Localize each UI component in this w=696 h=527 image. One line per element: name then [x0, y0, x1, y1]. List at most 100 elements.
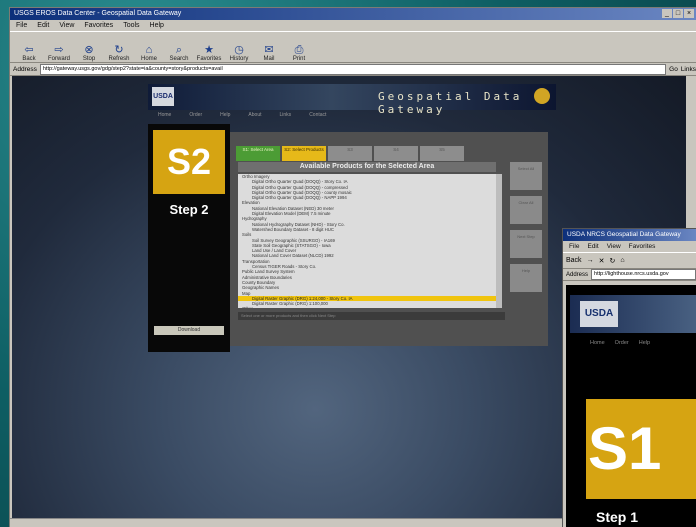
- refresh-button[interactable]: ↻ Refresh: [106, 34, 132, 62]
- favorites-button[interactable]: ★ Favorites: [196, 34, 222, 62]
- site-banner: USDA Geospatial Data Gateway: [148, 84, 556, 116]
- print-button[interactable]: ⎙ Print: [286, 34, 312, 62]
- menu-favorites[interactable]: Favorites: [84, 20, 113, 31]
- step-badge: S2: [153, 130, 225, 194]
- forward-label: Forward: [47, 56, 70, 62]
- window2-menu-view[interactable]: View: [607, 241, 621, 252]
- next-step-button[interactable]: Next Step: [510, 230, 542, 258]
- list-scrollbar[interactable]: [496, 174, 502, 308]
- nav-links[interactable]: Links: [280, 112, 292, 120]
- address-input[interactable]: http://gateway.usgs.gov/gdg/step2?state=…: [39, 63, 667, 75]
- stop-icon: ⊗: [84, 44, 94, 56]
- window-title: USGS EROS Data Center - Geospatial Data …: [14, 10, 182, 17]
- stop-button[interactable]: ⊗ Stop: [76, 34, 102, 62]
- menu-help[interactable]: Help: [150, 20, 164, 31]
- go-button[interactable]: Go: [669, 66, 678, 73]
- window-titlebar[interactable]: USGS EROS Data Center - Geospatial Data …: [10, 8, 696, 20]
- home-button[interactable]: ⌂ Home: [136, 34, 162, 62]
- step-sidebar: S2 Step 2 Download: [148, 124, 230, 352]
- window2-refresh-icon[interactable]: ↻: [609, 257, 615, 265]
- globe-icon: [534, 88, 550, 104]
- window2-usda-logo: USDA: [580, 301, 618, 327]
- product-list[interactable]: Ortho Imagery Digital Ortho Quarter Quad …: [238, 174, 502, 308]
- mail-button[interactable]: ✉ Mail: [256, 34, 282, 62]
- nav-order[interactable]: Order: [189, 112, 202, 120]
- products-panel: S1: Select Area S2: Select Products S3 S…: [230, 132, 548, 346]
- select-all-button[interactable]: Select All: [510, 162, 542, 190]
- forward-button[interactable]: ⇨ Forward: [46, 34, 72, 62]
- nav-help[interactable]: Help: [220, 112, 230, 120]
- history-button[interactable]: ◷ History: [226, 34, 252, 62]
- favorites-icon: ★: [204, 44, 214, 56]
- menu-tools[interactable]: Tools: [123, 20, 139, 31]
- window2-viewport: USDA Home Order Help S1 Step 1: [566, 285, 696, 527]
- tab-step4[interactable]: S4: [374, 146, 418, 161]
- address-label: Address: [13, 65, 37, 73]
- window2-toolbar: Back → ✕ ↻ ⌂: [563, 252, 696, 269]
- browser-window-secondary[interactable]: USDA NRCS Geospatial Data Gateway File E…: [563, 229, 696, 527]
- tab-step5[interactable]: S5: [420, 146, 464, 161]
- menu-file[interactable]: File: [16, 20, 27, 31]
- window2-nav-order[interactable]: Order: [615, 340, 629, 346]
- links-button[interactable]: Links: [681, 66, 696, 73]
- refresh-label: Refresh: [108, 56, 130, 62]
- window2-back-button[interactable]: Back: [566, 257, 582, 264]
- panel-help-button[interactable]: Help: [510, 264, 542, 292]
- window2-stop-icon[interactable]: ✕: [599, 257, 605, 265]
- favorites-label: Favorites: [196, 56, 222, 62]
- print-icon: ⎙: [294, 44, 304, 56]
- mail-icon: ✉: [264, 44, 274, 56]
- refresh-icon: ↻: [114, 44, 124, 56]
- back-label: Back: [22, 56, 36, 62]
- download-button[interactable]: Download: [154, 326, 224, 335]
- search-icon: ⌕: [175, 44, 183, 56]
- window2-menu-file[interactable]: File: [569, 241, 579, 252]
- forward-arrow-icon: ⇨: [54, 44, 64, 56]
- nav-home[interactable]: Home: [158, 112, 171, 120]
- menu-view[interactable]: View: [59, 20, 74, 31]
- panel-footer: Select one or more products and then cli…: [238, 312, 505, 320]
- print-label: Print: [292, 56, 306, 62]
- list-item[interactable]: Other: [238, 306, 502, 308]
- nav-contact[interactable]: Contact: [309, 112, 326, 120]
- window2-menu-favorites[interactable]: Favorites: [629, 241, 656, 252]
- clear-all-button[interactable]: Clear All: [510, 196, 542, 224]
- window2-address-input[interactable]: http://lighthouse.nrcs.usda.gov: [591, 269, 696, 280]
- history-icon: ◷: [234, 44, 244, 56]
- window2-nav-home[interactable]: Home: [590, 340, 605, 346]
- tab-step2[interactable]: S2: Select Products: [282, 146, 326, 161]
- menu-edit[interactable]: Edit: [37, 20, 49, 31]
- site-nav: Home Order Help About Links Contact: [148, 112, 566, 120]
- back-button[interactable]: ⇦ Back: [16, 34, 42, 62]
- minimize-button[interactable]: _: [662, 9, 672, 18]
- history-label: History: [229, 56, 249, 62]
- search-button[interactable]: ⌕ Search: [166, 34, 192, 62]
- menu-bar: File Edit View Favorites Tools Help: [10, 20, 696, 31]
- window2-home-icon[interactable]: ⌂: [620, 257, 624, 264]
- mail-label: Mail: [263, 56, 275, 62]
- window2-nav-help[interactable]: Help: [639, 340, 650, 346]
- address-bar: Address http://gateway.usgs.gov/gdg/step…: [10, 63, 696, 76]
- tab-step3[interactable]: S3: [328, 146, 372, 161]
- panel-heading: Available Products for the Selected Area: [238, 162, 496, 172]
- tab-step1[interactable]: S1: Select Area: [236, 146, 280, 161]
- close-button[interactable]: ×: [684, 9, 694, 18]
- window2-step-label: Step 1: [596, 509, 639, 525]
- nav-about[interactable]: About: [248, 112, 261, 120]
- window2-banner: USDA: [570, 295, 696, 333]
- maximize-button[interactable]: □: [673, 9, 683, 18]
- step-label: Step 2: [169, 202, 209, 217]
- stop-label: Stop: [82, 56, 96, 62]
- usda-logo: USDA: [152, 87, 174, 106]
- window2-titlebar[interactable]: USDA NRCS Geospatial Data Gateway: [563, 229, 696, 241]
- window2-title: USDA NRCS Geospatial Data Gateway: [567, 231, 681, 238]
- window2-menu-bar: File Edit View Favorites: [563, 241, 696, 252]
- step-tabs: S1: Select Area S2: Select Products S3 S…: [236, 146, 464, 161]
- home-icon: ⌂: [145, 44, 153, 56]
- window2-address-label: Address: [566, 271, 589, 278]
- window2-address-bar: Address http://lighthouse.nrcs.usda.gov: [563, 269, 696, 281]
- window2-step-badge: S1: [586, 399, 696, 499]
- window2-menu-edit[interactable]: Edit: [587, 241, 598, 252]
- home-label: Home: [140, 56, 157, 62]
- window2-forward-icon[interactable]: →: [587, 257, 594, 264]
